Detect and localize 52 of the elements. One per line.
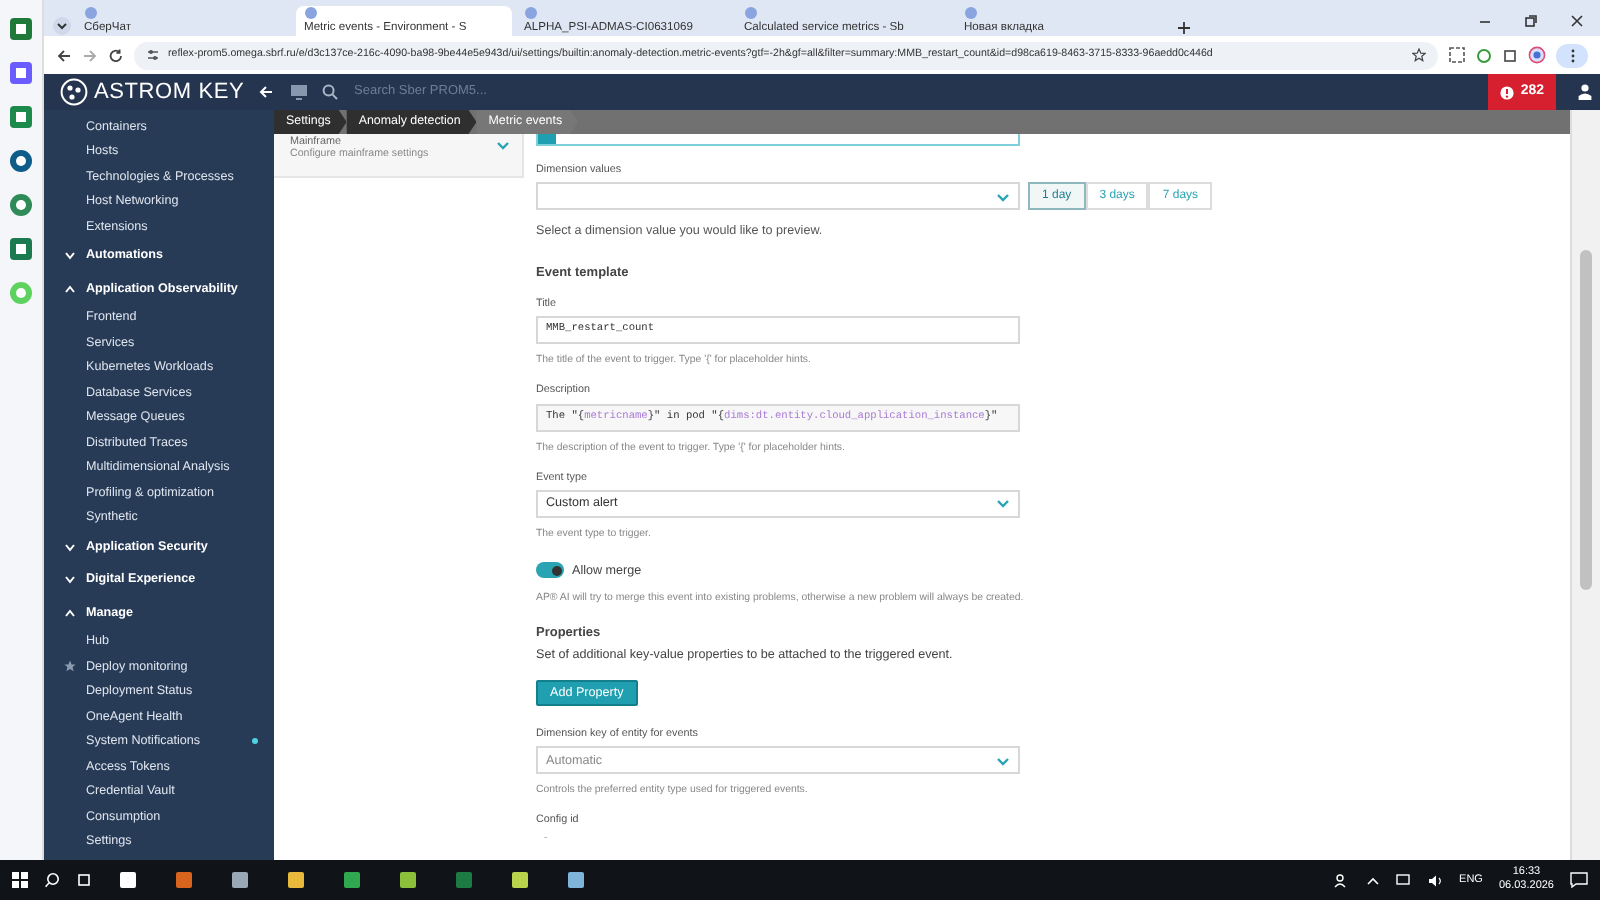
taskbar-app-icon[interactable] bbox=[398, 870, 418, 890]
taskbar-app-icon[interactable] bbox=[230, 870, 250, 890]
taskbar-app-icon[interactable] bbox=[118, 870, 138, 890]
chevron-up-icon bbox=[64, 607, 76, 618]
app-icon[interactable] bbox=[8, 148, 34, 174]
app-icon[interactable] bbox=[8, 60, 34, 86]
star-icon[interactable] bbox=[64, 660, 76, 673]
chevron-down-icon bbox=[64, 541, 76, 552]
user-icon[interactable] bbox=[1578, 84, 1592, 100]
site-info-icon[interactable] bbox=[146, 48, 160, 62]
scrollbar-thumb[interactable] bbox=[1580, 250, 1592, 590]
notification-icon[interactable] bbox=[1570, 872, 1588, 888]
taskbar-app-icon[interactable] bbox=[342, 870, 362, 890]
chevron-down-icon bbox=[996, 498, 1010, 509]
new-tab-icon[interactable] bbox=[1176, 20, 1192, 36]
menu-button[interactable] bbox=[1556, 43, 1588, 67]
input-field[interactable] bbox=[536, 134, 1020, 146]
restore-icon[interactable] bbox=[1524, 14, 1538, 28]
toggle-switch[interactable] bbox=[536, 562, 564, 579]
search-icon[interactable] bbox=[44, 872, 60, 888]
logo-icon bbox=[60, 78, 88, 106]
profile-icon[interactable] bbox=[1528, 46, 1546, 64]
tab-list-icon[interactable] bbox=[52, 16, 72, 36]
back-icon[interactable] bbox=[56, 47, 72, 63]
chevron-up-icon[interactable] bbox=[1365, 875, 1380, 885]
app-icon[interactable] bbox=[8, 104, 34, 130]
reload-icon[interactable] bbox=[108, 47, 124, 63]
chevron-down-icon bbox=[996, 755, 1010, 766]
app-icon[interactable] bbox=[8, 16, 34, 42]
start-icon[interactable] bbox=[12, 872, 28, 888]
task-view-icon[interactable] bbox=[76, 872, 92, 888]
chevron-up-icon bbox=[64, 283, 76, 294]
alert-icon bbox=[1500, 85, 1515, 99]
app-logo-text: ASTROM KEY bbox=[94, 77, 245, 108]
forward-icon bbox=[82, 47, 98, 63]
collapse-icon[interactable] bbox=[258, 84, 274, 100]
taskbar-app-icon[interactable] bbox=[510, 870, 530, 890]
monitor-icon[interactable] bbox=[290, 84, 308, 100]
chevron-down-icon bbox=[64, 250, 76, 261]
menu-icon bbox=[1569, 47, 1575, 63]
taskbar-app-icon[interactable] bbox=[566, 870, 586, 890]
close-icon[interactable] bbox=[1570, 14, 1584, 28]
people-icon[interactable] bbox=[1333, 872, 1350, 888]
volume-icon[interactable] bbox=[1427, 873, 1444, 887]
star-icon[interactable] bbox=[1412, 48, 1426, 62]
chevron-down-icon bbox=[996, 191, 1010, 202]
scan-icon[interactable] bbox=[1448, 46, 1466, 64]
chevron-down-icon bbox=[64, 574, 76, 585]
search-icon bbox=[322, 84, 338, 100]
app-icon[interactable] bbox=[8, 236, 34, 262]
app-icon[interactable] bbox=[8, 192, 34, 218]
taskbar-app-icon[interactable] bbox=[286, 870, 306, 890]
